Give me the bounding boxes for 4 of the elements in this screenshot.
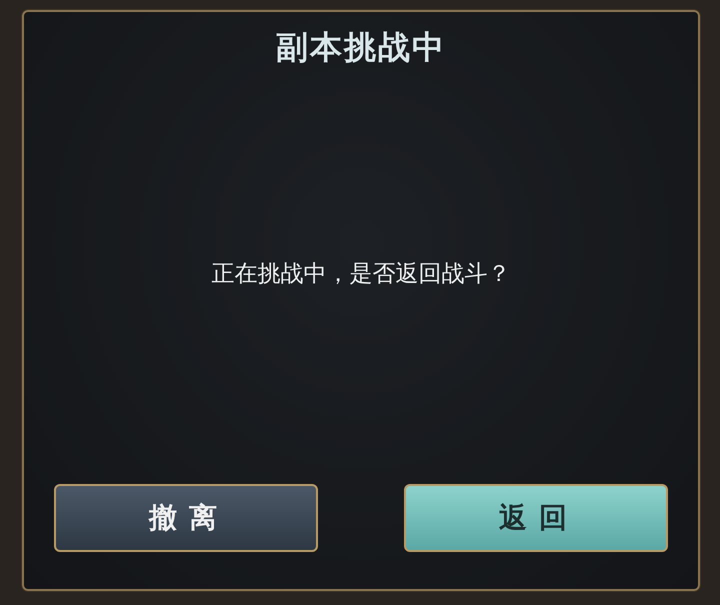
dialog-message: 正在挑战中，是否返回战斗？ <box>212 260 510 289</box>
dialog-title: 副本挑战中 <box>276 27 446 68</box>
leave-button[interactable]: 撤离 <box>54 484 318 552</box>
return-button[interactable]: 返回 <box>404 484 668 552</box>
